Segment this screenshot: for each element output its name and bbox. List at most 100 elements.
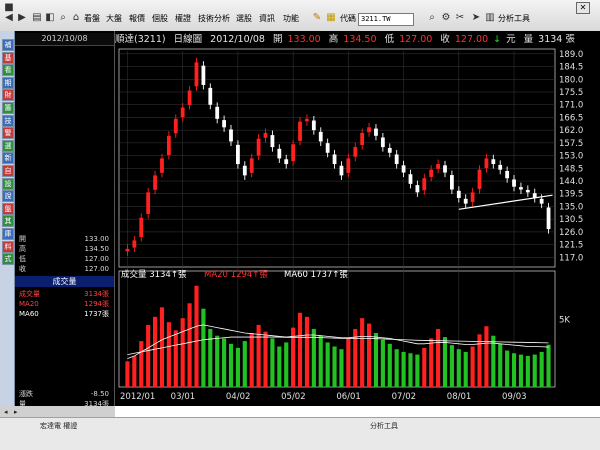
strip-button[interactable]: 期: [2, 76, 14, 89]
ma60-row-label: MA60: [19, 310, 39, 318]
volume-bar: [173, 330, 178, 387]
volume-bar: [470, 346, 475, 387]
price-volume-chart[interactable]: 189.0 184.5 180.0 175.5 171.0 166.5 162.0 157.5…: [115, 31, 600, 406]
y-tick-label: 162.0: [559, 126, 583, 136]
menu-function[interactable]: 功能: [283, 12, 299, 26]
ma60-legend-label: MA60 1737↑張: [284, 270, 348, 280]
volume-bar: [332, 346, 337, 387]
strip-button[interactable]: 看: [2, 64, 14, 77]
candle-body: [505, 170, 510, 179]
tool-icon[interactable]: ✂: [454, 12, 466, 24]
strip-button[interactable]: 技: [2, 114, 14, 127]
candle-body: [525, 189, 530, 193]
candle-body: [311, 120, 316, 131]
x-tick-label: 04/02: [226, 392, 251, 402]
candle-body: [132, 240, 137, 248]
candle-body: [436, 164, 440, 169]
strip-button[interactable]: 選: [2, 139, 14, 152]
candle-body: [153, 175, 157, 190]
search-icon[interactable]: ⌕: [426, 12, 438, 24]
menu-info[interactable]: 資訊: [259, 12, 275, 26]
volume-bar: [449, 345, 454, 387]
menu-market[interactable]: 大盤: [106, 12, 122, 26]
volume-bar: [366, 323, 372, 387]
volume-bar: [139, 341, 144, 387]
tab-left-icon[interactable]: ◂: [4, 407, 8, 417]
strip-button[interactable]: 新: [2, 152, 14, 165]
candle-body: [208, 87, 213, 105]
volume-bar: [132, 355, 137, 387]
volume-bar: [270, 338, 275, 387]
y-tick-label: 135.0: [559, 202, 583, 212]
menu-technical[interactable]: 技術分析: [198, 12, 230, 26]
candle-body: [215, 106, 220, 119]
home-icon[interactable]: ⌂: [70, 12, 82, 24]
search-icon[interactable]: ⌕: [57, 12, 69, 24]
ma20-row: MA20 1294張: [19, 299, 111, 309]
cursor-icon[interactable]: ➤: [470, 12, 482, 24]
y-tick-label: 175.5: [559, 88, 583, 98]
menu-quote[interactable]: 報價: [129, 12, 145, 26]
volume-bar: [387, 343, 392, 387]
menu-stock[interactable]: 個股: [152, 12, 168, 26]
strip-button[interactable]: 料: [2, 240, 14, 253]
x-tick-label: 09/03: [502, 392, 526, 402]
strip-button[interactable]: 說: [2, 190, 14, 203]
volume-bar: [346, 338, 351, 387]
menu-warrant[interactable]: 權證: [175, 12, 191, 26]
strip-button[interactable]: 式: [2, 253, 14, 266]
candle-body: [222, 120, 226, 128]
forward-icon[interactable]: ▶: [16, 12, 28, 24]
volume-bar: [518, 354, 524, 387]
candle-body: [160, 158, 164, 173]
analysis-tools-button[interactable]: 分析工具: [498, 12, 530, 26]
chart-tool-icon[interactable]: ▥: [484, 12, 496, 24]
candle-body: [484, 158, 489, 169]
strip-button[interactable]: 基: [2, 51, 14, 64]
code-input[interactable]: 3211.TW: [358, 13, 414, 26]
pencil-icon[interactable]: ✎: [311, 12, 323, 24]
candle-body: [325, 143, 330, 153]
menu-screen[interactable]: 選股: [236, 12, 252, 26]
volume-bar: [498, 343, 503, 387]
volume-bar: [249, 333, 254, 387]
strip-button[interactable]: 盤: [2, 202, 14, 215]
close-icon[interactable]: ✕: [576, 2, 590, 14]
app-window: { "toolbar": { "menu": ["看盤", "大盤", "報價"…: [0, 0, 600, 450]
candle-body: [180, 107, 185, 118]
folder-icon[interactable]: ▦: [325, 12, 337, 24]
volume-row-value: 3134張: [84, 290, 109, 298]
menu-watch[interactable]: 看盤: [84, 12, 100, 26]
change-value: -8.50: [90, 390, 109, 398]
x-tick-label: 07/02: [392, 392, 417, 402]
strip-button[interactable]: 補: [2, 39, 14, 51]
print-icon[interactable]: ▤: [31, 12, 43, 24]
volume-bar: [422, 347, 427, 387]
candle-body: [139, 217, 144, 237]
settings-icon[interactable]: ⚙: [440, 12, 452, 24]
volume-legend-label: 成交量 3134↑張: [121, 269, 187, 280]
candle-body: [360, 132, 365, 145]
volume-header[interactable]: 成交量: [15, 276, 114, 287]
volume-bar: [442, 337, 448, 387]
back-icon[interactable]: ◀: [3, 12, 15, 24]
volume-bar: [325, 342, 330, 387]
volume-bar: [401, 351, 406, 387]
strip-button[interactable]: 警: [2, 127, 14, 140]
chart-area[interactable]: 順達(3211) 日線圖 2012/10/08 開 133.00 高 134.50 …: [115, 31, 600, 406]
strip-button[interactable]: 籌: [2, 102, 14, 114]
volume-bar: [511, 353, 517, 387]
y-tick-label: 166.5: [559, 113, 583, 123]
y-tick-label: 184.5: [559, 63, 583, 73]
tab-right-icon[interactable]: ▸: [14, 407, 18, 417]
strip-button[interactable]: 財: [2, 89, 14, 102]
quote-open-label: 開: [19, 235, 26, 243]
strip-button[interactable]: 自: [2, 165, 14, 177]
strip-button[interactable]: 設: [2, 177, 14, 190]
x-tick-label: 2012/01: [120, 392, 155, 402]
volume-bar: [215, 335, 220, 387]
change-label: 漲跌: [19, 390, 33, 398]
save-icon[interactable]: ◧: [44, 12, 56, 24]
strip-button[interactable]: 其: [2, 215, 14, 228]
strip-button[interactable]: 庫: [2, 228, 14, 240]
